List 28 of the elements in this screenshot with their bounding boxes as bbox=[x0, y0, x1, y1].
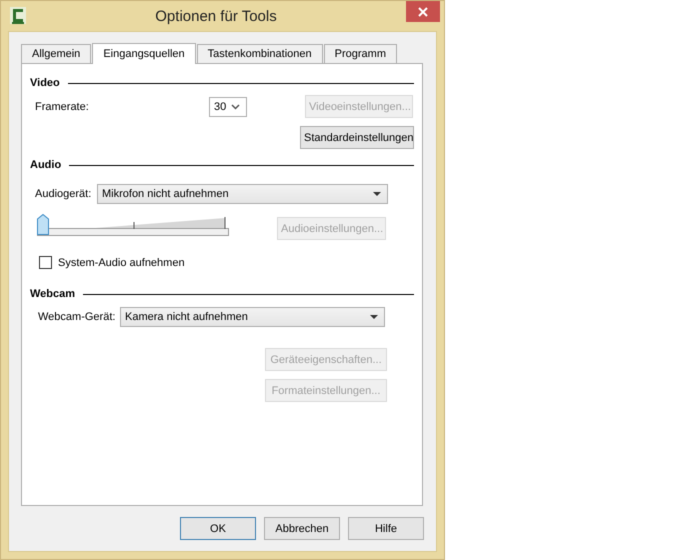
caret-icon bbox=[370, 315, 378, 319]
button[interactable]: Standardeinstellungen bbox=[300, 126, 414, 149]
button[interactable]: OK bbox=[180, 517, 256, 540]
button[interactable]: Abbrechen bbox=[264, 517, 340, 540]
tab[interactable]: Tastenkombinationen bbox=[196, 44, 323, 63]
slider-track[interactable] bbox=[37, 214, 229, 236]
app-icon bbox=[10, 7, 26, 24]
checkbox[interactable] bbox=[39, 256, 52, 269]
close-button[interactable] bbox=[406, 1, 440, 22]
caret-icon bbox=[373, 192, 381, 196]
field-label: Webcam-Gerät: bbox=[38, 311, 116, 323]
tab[interactable]: Programm bbox=[324, 44, 397, 63]
close-icon bbox=[418, 6, 428, 16]
field-label: Framerate: bbox=[35, 100, 90, 112]
field-label: Audiogerät: bbox=[35, 188, 92, 200]
window-title: Optionen für Tools bbox=[154, 8, 278, 25]
section-heading: Video bbox=[30, 77, 60, 89]
button[interactable]: Hilfe bbox=[348, 517, 424, 540]
dropdown[interactable]: Kamera nicht aufnehmen bbox=[120, 307, 385, 327]
section-heading: Webcam bbox=[30, 288, 76, 300]
section-heading: Audio bbox=[30, 159, 62, 171]
tab[interactable]: Allgemein bbox=[21, 44, 92, 63]
checkbox-label: System-Audio aufnehmen bbox=[58, 256, 185, 268]
chevron-icon bbox=[231, 104, 240, 110]
slider-thumb[interactable] bbox=[37, 214, 49, 236]
dropdown[interactable]: 30 bbox=[209, 96, 247, 116]
dropdown[interactable]: Mikrofon nicht aufnehmen bbox=[97, 184, 388, 204]
tab[interactable]: Eingangsquellen bbox=[92, 43, 196, 64]
